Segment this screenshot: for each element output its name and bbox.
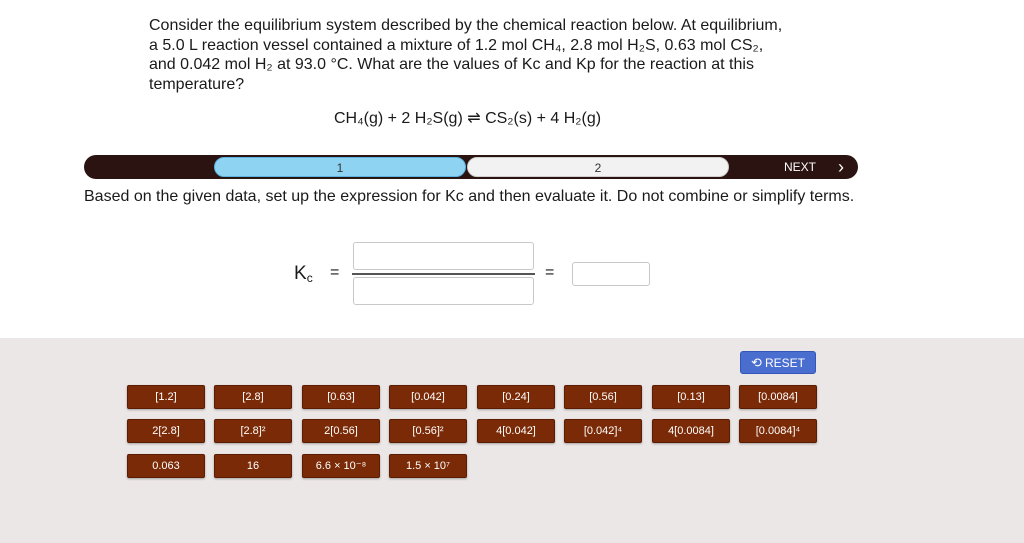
- numerator-drop-box[interactable]: [353, 242, 534, 270]
- reset-label: RESET: [764, 356, 805, 370]
- k-symbol: K: [294, 263, 307, 284]
- answer-tile[interactable]: [0.56]: [564, 385, 642, 409]
- next-label: NEXT: [783, 160, 816, 174]
- instruction-text: Based on the given data, set up the expr…: [84, 188, 855, 205]
- answer-tile[interactable]: [2.8]²: [214, 419, 292, 443]
- answer-tile[interactable]: [1.2]: [127, 385, 205, 409]
- denominator-drop-box[interactable]: [353, 277, 534, 305]
- answer-tile[interactable]: [0.042]⁴: [564, 419, 642, 443]
- reaction-equation: CH₄(g) + 2 H₂S(g) ⇌ CS₂(s) + 4 H₂(g): [334, 110, 602, 127]
- answer-tile[interactable]: [0.63]: [302, 385, 380, 409]
- chevron-right-icon: ›: [838, 157, 844, 177]
- reset-icon: ⟲: [751, 355, 762, 370]
- answer-tile[interactable]: 1.5 × 10⁷: [389, 454, 467, 478]
- progress-bar: 1 2 NEXT ›: [84, 155, 858, 179]
- answer-tile[interactable]: 2[2.8]: [127, 419, 205, 443]
- answer-tile[interactable]: [0.13]: [652, 385, 730, 409]
- reset-button[interactable]: ⟲ RESET: [740, 351, 816, 374]
- answer-tile[interactable]: 0.063: [127, 454, 205, 478]
- answer-tile[interactable]: [0.042]: [389, 385, 467, 409]
- step-2-tab[interactable]: 2: [467, 157, 729, 177]
- answer-tile[interactable]: [2.8]: [214, 385, 292, 409]
- answer-tray: ⟲ RESET [1.2] [2.8] [0.63] [0.042] [0.24]…: [0, 338, 1024, 543]
- answer-tile[interactable]: 4[0.042]: [477, 419, 555, 443]
- question-text: Consider the equilibrium system describe…: [149, 17, 783, 93]
- result-drop-box[interactable]: [572, 262, 650, 286]
- equals-sign: =: [330, 264, 340, 281]
- next-button[interactable]: NEXT ›: [784, 155, 844, 179]
- equals-sign: =: [545, 264, 555, 281]
- answer-tile[interactable]: [0.0084]: [739, 385, 817, 409]
- answer-tile[interactable]: 4[0.0084]: [652, 419, 730, 443]
- answer-tile[interactable]: [0.56]²: [389, 419, 467, 443]
- answer-tile[interactable]: [0.24]: [477, 385, 555, 409]
- kc-label: Kc: [294, 263, 313, 285]
- answer-tile[interactable]: 16: [214, 454, 292, 478]
- fraction-line: [352, 273, 535, 275]
- answer-tile[interactable]: 2[0.56]: [302, 419, 380, 443]
- answer-tile[interactable]: [0.0084]⁴: [739, 419, 817, 443]
- answer-tile[interactable]: 6.6 × 10⁻⁸: [302, 454, 380, 478]
- step-1-tab[interactable]: 1: [214, 157, 466, 177]
- k-subscript: c: [306, 271, 313, 285]
